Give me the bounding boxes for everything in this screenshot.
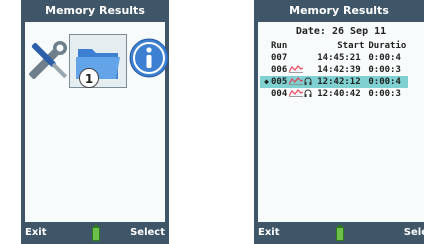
screen-title: Memory Results: [289, 4, 389, 17]
start-time-cell: 12:40:42: [317, 89, 361, 99]
select-softkey[interactable]: Sele: [404, 222, 424, 244]
duration-cell: 0:00:4: [366, 76, 409, 88]
selection-arrow-icon: ◆: [264, 77, 269, 86]
results-table: Run Start Duratio 007 14:45:21 0:00:4 006 14…: [260, 40, 409, 100]
table-row[interactable]: 006 14:42:39 0:00:3: [260, 64, 408, 76]
graph-icon: [289, 77, 304, 85]
column-header-duration: Duratio: [368, 41, 407, 51]
start-time-cell: 12:42:12: [315, 76, 367, 88]
duration-cell: 0:00:4: [368, 53, 401, 63]
start-time-cell: 14:45:21: [317, 53, 361, 63]
headphone-icon: [304, 77, 312, 85]
run-cell: 004: [260, 88, 315, 100]
column-header-run: Run: [271, 41, 288, 51]
graph-icon: [289, 89, 304, 97]
memory-results-menu-screen: Memory Results 1 Exit Select: [21, 0, 169, 244]
table-row[interactable]: ◆ 005 12:42:12 0:00:4: [260, 76, 409, 88]
exit-softkey[interactable]: Exit: [25, 222, 47, 244]
date-line: Date: 26 Sep 11: [295, 26, 387, 37]
run-cell: 007: [271, 53, 288, 63]
duration-cell: 0:00:3: [368, 89, 401, 99]
results-content: Date: 26 Sep 11 Run Start Duratio 007 14:…: [258, 22, 424, 222]
battery-icon: [336, 225, 344, 241]
softkey-bar: Exit Select: [21, 222, 169, 244]
screen-title: Memory Results: [45, 4, 145, 17]
tools-icon[interactable]: [27, 40, 69, 84]
select-softkey[interactable]: Select: [130, 222, 165, 244]
run-cell: ◆ 005: [260, 76, 316, 88]
start-time-cell: 14:42:39: [317, 65, 361, 75]
column-header-start: Start: [337, 41, 365, 51]
headphone-icon: [304, 89, 312, 97]
callout-number: 1: [79, 68, 99, 88]
table-row[interactable]: 004 12:40:42 0:00:3: [260, 88, 408, 100]
menu-content: 1: [25, 22, 169, 222]
table-row[interactable]: 007 14:45:21 0:00:4: [260, 52, 408, 64]
battery-icon: [92, 225, 100, 241]
graph-icon: [289, 65, 304, 73]
softkey-bar: Exit Sele: [254, 222, 424, 244]
icon-row: 1: [25, 34, 169, 92]
run-cell: 006: [260, 64, 315, 76]
duration-cell: 0:00:3: [368, 65, 401, 75]
exit-softkey[interactable]: Exit: [258, 222, 280, 244]
table-header: Run Start Duratio: [260, 40, 408, 52]
info-icon[interactable]: [129, 38, 169, 78]
memory-results-list-screen: Memory Results Date: 26 Sep 11 Run Start…: [254, 0, 424, 244]
